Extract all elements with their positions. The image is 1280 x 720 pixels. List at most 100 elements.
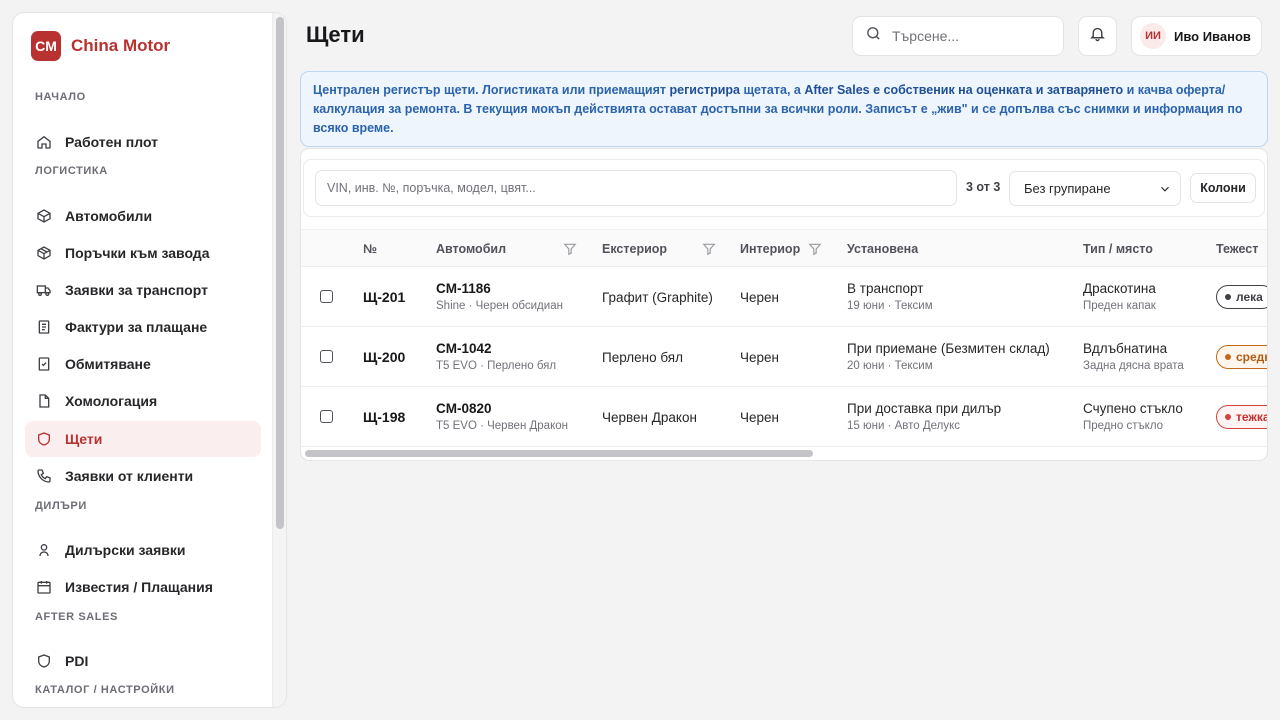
exterior-color: Перлено бял [602,350,683,365]
box-icon [35,207,53,225]
result-count: 3 от 3 [966,180,1001,194]
sidebar-item-label: Обмитяване [65,356,151,372]
bell-icon [1089,25,1106,47]
chevron-down-icon [1161,186,1169,192]
table-toolbar: 3 от 3 Без групиране Колони [303,159,1265,217]
truck-icon [35,281,53,299]
sidebar-item-label: Автомобили [65,208,153,224]
brand-logo: CM [31,31,61,61]
sidebar-item-customs[interactable]: Обмитяване [25,346,261,382]
columns-button[interactable]: Колони [1190,173,1256,203]
exterior-color: Червен Дракон [602,410,697,425]
sidebar-item-dashboard[interactable]: Работен плот [25,124,261,160]
found-stage: В транспорт [847,281,924,296]
damage-id[interactable]: Щ-201 [363,289,405,305]
filter-icon[interactable] [702,242,716,256]
user-menu[interactable]: ИИ Иво Иванов [1131,16,1262,56]
info-banner: Централен регистър щети. Логистиката или… [300,71,1268,147]
sidebar-item-invoices[interactable]: Фактури за плащане [25,309,261,345]
shield-icon [35,652,53,670]
sidebar-item-label: PDI [65,653,89,669]
sidebar-item-customer-requests[interactable]: Заявки от клиенти [25,458,261,494]
damage-type: Счупено стъкло [1083,401,1183,416]
sidebar-item-transport-requests[interactable]: Заявки за транспорт [25,272,261,308]
severity-dot [1225,354,1231,360]
banner-text-1: Централен регистър щети. Логистиката или… [313,83,670,97]
sidebar-item-label: Дилърски заявки [65,542,186,558]
document-icon [35,392,53,410]
vehicle-code[interactable]: CM-1186 [436,281,491,296]
user-name: Иво Иванов [1174,28,1251,44]
column-header-found[interactable]: Установена [847,242,918,256]
sidebar-item-notices-payments[interactable]: Известия / Плащания [25,569,261,605]
vehicle-details: T5 EVO · Червен Дракон [436,420,568,432]
column-header-severity[interactable]: Тежест [1216,242,1258,256]
damage-location: Задна дясна врата [1083,360,1184,372]
row-checkbox[interactable] [320,350,333,363]
brand[interactable]: CM China Motor [31,31,170,61]
found-details: 19 юни · Тексим [847,300,933,312]
column-header-id[interactable]: № [363,242,377,256]
column-header-label: Екстериор [602,242,668,256]
sidebar-item-label: Щети [65,431,103,447]
sidebar-item-label: Хомологация [65,393,158,409]
severity-dot [1225,414,1231,420]
package-icon [35,244,53,262]
table-row[interactable]: Щ-201 CM-1186 Shine · Черен обсидиан Гра… [301,267,1267,327]
banner-bold-2: After Sales е собственик на оценката и з… [804,83,1124,97]
column-header-label: Автомобил [436,242,507,256]
interior-color: Черен [740,290,779,305]
table-row[interactable]: Щ-198 CM-0820 T5 EVO · Червен Дракон Чер… [301,387,1267,447]
found-details: 20 юни · Тексим [847,360,933,372]
row-checkbox[interactable] [320,410,333,423]
table-filter-input[interactable] [315,170,957,206]
table-scrollbar-thumb[interactable] [305,450,813,457]
banner-text-2: щетата, а [739,83,805,97]
sidebar-item-vehicles[interactable]: Автомобили [25,198,261,234]
table-row[interactable]: Щ-200 CM-1042 T5 EVO · Перлено бял Перле… [301,327,1267,387]
grouping-select[interactable]: Без групиране [1009,171,1181,206]
damage-id[interactable]: Щ-200 [363,349,405,365]
damages-table-card: 3 от 3 Без групиране Колони № Автомобил … [300,148,1268,461]
sidebar-item-damages[interactable]: Щети [25,421,261,457]
filter-icon[interactable] [808,242,822,256]
sidebar-item-homologation[interactable]: Хомологация [25,383,261,419]
damage-id[interactable]: Щ-198 [363,409,405,425]
severity-dot [1225,294,1231,300]
column-header-type[interactable]: Тип / място [1083,242,1153,256]
banner-bold-1: регистрира [669,83,740,97]
column-header-exterior[interactable]: Екстериор [602,242,716,256]
home-icon [35,133,53,151]
notifications-button[interactable] [1078,16,1117,56]
search-icon [865,25,882,47]
severity-badge: лека [1216,285,1267,309]
vehicle-code[interactable]: CM-0820 [436,401,492,416]
sidebar-item-factory-orders[interactable]: Поръчки към завода [25,235,261,271]
sidebar-item-label: Работен плот [65,134,159,150]
file-check-icon [35,355,53,373]
shield-icon [35,430,53,448]
filter-icon[interactable] [563,242,577,256]
vehicle-details: T5 EVO · Перлено бял [436,360,557,372]
global-search[interactable] [852,16,1064,56]
sidebar-item-label: Поръчки към завода [65,245,210,261]
column-header-interior[interactable]: Интериор [740,242,822,256]
damage-location: Предно стъкло [1083,420,1164,432]
sidebar-item-label: Заявки от клиенти [65,468,194,484]
severity-badge: тежка [1216,405,1267,429]
column-header-vehicle[interactable]: Автомобил [436,242,577,256]
sidebar-item-dealer-requests[interactable]: Дилърски заявки [25,532,261,568]
damage-type: Драскотина [1083,281,1156,296]
sidebar-scrollbar[interactable] [272,13,286,707]
section-title-home: НАЧАЛО [35,91,86,103]
invoice-icon [35,318,53,336]
sidebar-scrollbar-thumb[interactable] [276,17,284,529]
phone-icon [35,467,53,485]
vehicle-code[interactable]: CM-1042 [436,341,492,356]
row-checkbox[interactable] [320,290,333,303]
sidebar-item-pdi[interactable]: PDI [25,643,261,679]
table-horizontal-scrollbar[interactable] [303,449,1265,459]
page-title: Щети [306,22,365,47]
search-input[interactable] [892,28,1052,44]
vehicle-details: Shine · Черен обсидиан [436,300,563,312]
